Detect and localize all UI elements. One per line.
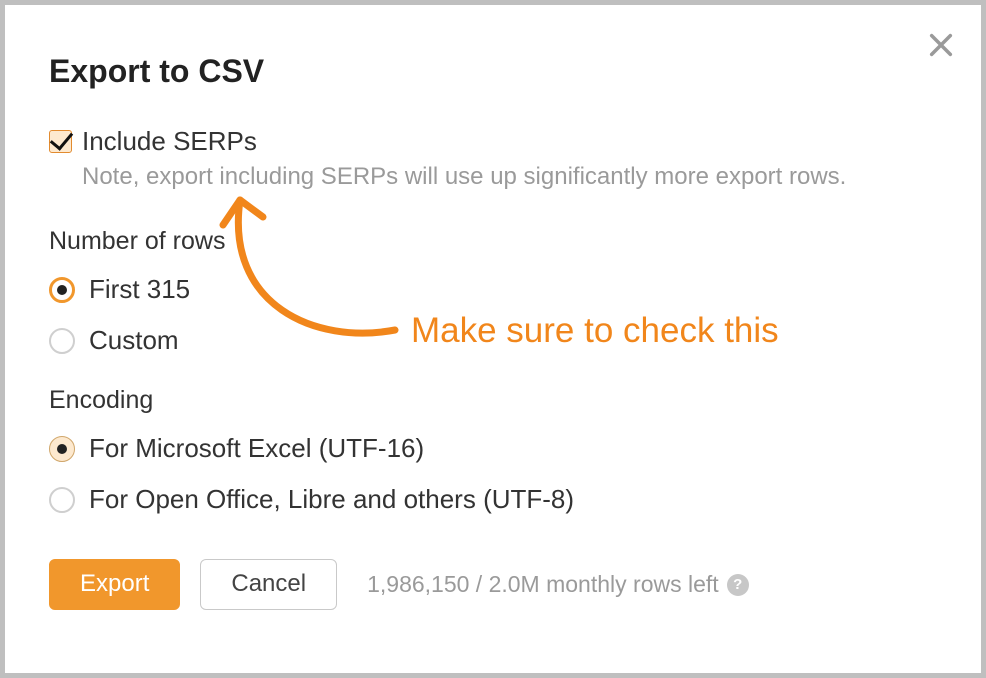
encoding-radio-group: For Microsoft Excel (UTF-16) For Open Of…: [49, 433, 937, 515]
rows-radio-group: First 315 Custom: [49, 274, 937, 356]
encoding-option-label: For Microsoft Excel (UTF-16): [89, 433, 424, 464]
rows-section-label: Number of rows: [49, 227, 937, 256]
export-csv-modal: Export to CSV Include SERPs Note, export…: [5, 5, 981, 673]
include-serps-row[interactable]: Include SERPs Note, export including SER…: [49, 126, 937, 193]
quota-value: 1,986,150 / 2.0M monthly rows left: [367, 571, 719, 598]
encoding-option-excel[interactable]: For Microsoft Excel (UTF-16): [49, 433, 937, 464]
cancel-button[interactable]: Cancel: [200, 559, 337, 610]
rows-option-label: First 315: [89, 274, 190, 305]
close-button[interactable]: [927, 31, 955, 64]
close-icon: [927, 46, 955, 63]
include-serps-label: Include SERPs: [82, 126, 846, 157]
include-serps-note: Note, export including SERPs will use up…: [82, 161, 846, 193]
help-icon[interactable]: ?: [727, 574, 749, 596]
include-serps-checkbox[interactable]: [49, 130, 72, 153]
rows-option-label: Custom: [89, 325, 179, 356]
include-serps-text: Include SERPs Note, export including SER…: [82, 126, 846, 193]
encoding-option-openoffice[interactable]: For Open Office, Libre and others (UTF-8…: [49, 484, 937, 515]
radio-selected-icon[interactable]: [49, 436, 75, 462]
rows-option-custom[interactable]: Custom: [49, 325, 937, 356]
export-button[interactable]: Export: [49, 559, 180, 610]
modal-title: Export to CSV: [49, 53, 937, 90]
quota-text: 1,986,150 / 2.0M monthly rows left ?: [367, 571, 749, 598]
encoding-option-label: For Open Office, Libre and others (UTF-8…: [89, 484, 574, 515]
modal-footer: Export Cancel 1,986,150 / 2.0M monthly r…: [49, 559, 937, 610]
encoding-section-label: Encoding: [49, 386, 937, 415]
radio-unselected-icon[interactable]: [49, 328, 75, 354]
radio-unselected-icon[interactable]: [49, 487, 75, 513]
radio-selected-icon[interactable]: [49, 277, 75, 303]
rows-option-first[interactable]: First 315: [49, 274, 937, 305]
